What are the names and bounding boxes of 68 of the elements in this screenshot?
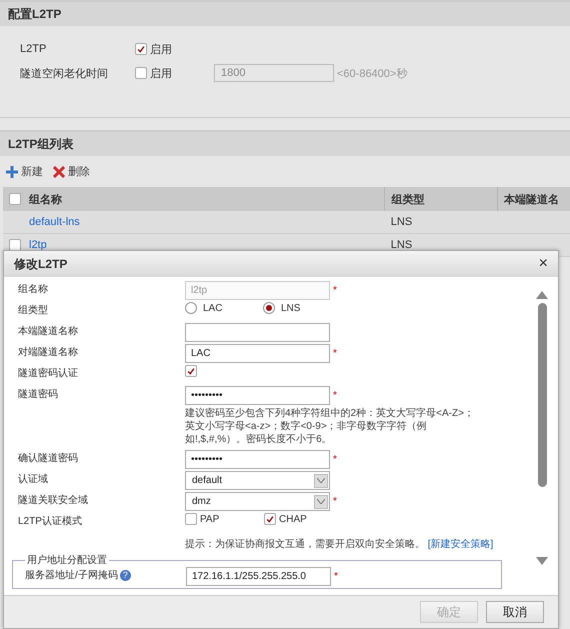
select-all-checkbox[interactable] <box>9 193 21 205</box>
checkbox-label: PAP <box>200 514 220 524</box>
policy-note: 提示：为保证协商报文互通，需要开启双向安全策略。 <box>185 539 425 550</box>
radio-label: LNS <box>281 302 300 314</box>
table-cell: LNS <box>390 239 412 251</box>
column-header: 组类型 <box>391 194 424 206</box>
group-link[interactable]: l2tp <box>29 239 47 251</box>
select-field[interactable]: dmz <box>185 492 330 511</box>
input-field[interactable]: 172.16.1.1/255.255.255.0 <box>186 567 331 586</box>
field-label: 隧道密码 <box>18 388 59 401</box>
checkbox[interactable] <box>135 67 147 79</box>
checkbox[interactable] <box>264 513 276 525</box>
setting-label: 隧道空闲老化时间 <box>20 66 109 80</box>
required-mark: * <box>333 348 337 359</box>
cancel-button[interactable]: 取消 <box>486 601 544 623</box>
close-button[interactable]: × <box>538 255 548 273</box>
password-hint: 建议密码至少包含下列4种字符组中的2种：英文大写字母<A-Z>；英文小写字母<a-z>；数字<0-9>；非字母数字字符（例如!,$,#,%）。密码长度不小于6。 <box>185 407 475 447</box>
required-mark: * <box>333 496 337 507</box>
delete-button[interactable]: 删除 <box>53 164 90 179</box>
radio-button[interactable] <box>263 302 275 314</box>
field-label: 确认隧道密码 <box>18 452 79 465</box>
checkbox[interactable] <box>185 513 197 525</box>
required-mark: * <box>333 454 337 465</box>
field-label: 组名称 <box>18 283 49 296</box>
plus-icon <box>6 166 18 178</box>
scroll-down-icon[interactable] <box>536 557 548 565</box>
input-field[interactable] <box>185 323 330 342</box>
column-header: 本端隧道名 <box>504 194 560 206</box>
field-label: 认证域 <box>18 472 49 486</box>
field-label: 对端隧道名称 <box>18 346 79 359</box>
section-header: 配置L2TP <box>0 0 570 26</box>
input-field[interactable]: ••••••••• <box>185 386 330 405</box>
required-mark: * <box>333 285 337 296</box>
input-field[interactable]: ••••••••• <box>185 450 330 469</box>
field-label: 本端隧道名称 <box>18 324 79 338</box>
table-cell: LNS <box>390 216 412 228</box>
fieldset-legend: 用户地址分配设置 <box>25 553 109 567</box>
group-link[interactable]: default-lns <box>29 216 80 228</box>
column-header: 组名称 <box>29 192 62 206</box>
scroll-up-icon[interactable] <box>536 291 548 299</box>
section-header: L2TP组列表 <box>0 130 570 156</box>
checkbox-label: 启用 <box>150 66 172 80</box>
select-field[interactable]: default <box>185 471 330 490</box>
checkbox[interactable] <box>185 365 197 377</box>
new-policy-link[interactable]: [新建安全策略] <box>428 539 494 550</box>
input-field[interactable]: LAC <box>185 344 330 363</box>
field-label: 组类型 <box>18 304 49 317</box>
setting-label: L2TP <box>20 43 48 55</box>
range-hint: <60-86400>秒 <box>337 66 408 80</box>
help-icon[interactable]: ? <box>120 570 131 580</box>
radio-label: LAC <box>203 302 222 314</box>
dialog-title: 修改L2TP <box>14 256 68 272</box>
chevron-down-icon[interactable] <box>317 499 325 504</box>
checkbox[interactable] <box>135 43 147 55</box>
field-label: 服务器地址/子网掩码 <box>25 568 118 582</box>
checkbox-label: 启用 <box>150 42 172 56</box>
required-mark: * <box>333 390 337 401</box>
checkbox-label: CHAP <box>279 514 307 524</box>
cross-icon <box>53 166 65 178</box>
scrollbar-thumb[interactable] <box>538 303 546 487</box>
required-mark: * <box>334 571 338 582</box>
new-button[interactable]: 新建 <box>6 164 43 179</box>
radio-button[interactable] <box>185 302 197 314</box>
checkbox[interactable] <box>9 239 21 251</box>
field-label: 隧道关联安全域 <box>18 494 89 507</box>
field-label: 隧道密码认证 <box>18 366 79 380</box>
chevron-down-icon[interactable] <box>317 478 325 483</box>
field-label: L2TP认证模式 <box>18 514 83 528</box>
